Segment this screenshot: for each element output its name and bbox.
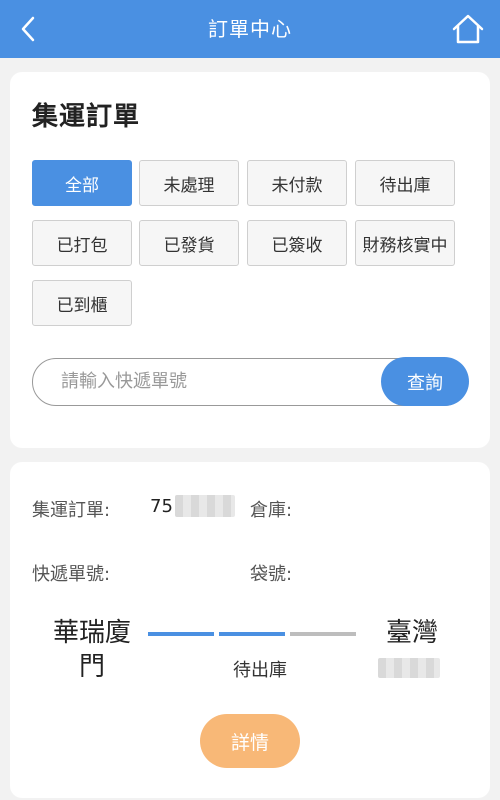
progress-segment-1 — [148, 632, 214, 636]
destination-city: 臺灣 — [385, 618, 438, 648]
redacted-order-number — [174, 495, 235, 517]
page-title: 訂單中心 — [208, 17, 292, 41]
bag-number-label: 袋號: — [250, 564, 293, 585]
filter-unprocessed-button[interactable]: 未處理 — [139, 160, 239, 206]
top-nav-bar: 訂單中心 — [0, 0, 500, 58]
filter-pending-outbound-button[interactable]: 待出庫 — [355, 160, 455, 206]
order-filter-card: 集運訂單 全部 未處理 未付款 待出庫 已打包 已發貨 已簽收 財務核實中 已到… — [10, 72, 490, 448]
redacted-destination-detail — [378, 658, 440, 678]
progress-segment-2 — [219, 632, 285, 636]
origin-city-line2: 門 — [78, 652, 105, 682]
order-number-value: 75 — [150, 495, 235, 517]
home-icon — [452, 14, 484, 44]
warehouse-label: 倉庫: — [250, 500, 293, 521]
search-bar: 查詢 — [32, 357, 469, 406]
origin-city-line1: 華瑞廈 — [52, 618, 131, 648]
tracking-number-input[interactable] — [61, 359, 361, 404]
filter-arrived-cabinet-button[interactable]: 已到櫃 — [32, 280, 132, 326]
details-button[interactable]: 詳情 — [200, 714, 300, 768]
filter-shipped-button[interactable]: 已發貨 — [139, 220, 239, 266]
filter-finance-verifying-button[interactable]: 財務核實中 — [355, 220, 455, 266]
origin-city: 華瑞廈 門 — [42, 616, 142, 684]
order-number-text: 75 — [150, 495, 173, 517]
search-button[interactable]: 查詢 — [381, 357, 469, 406]
home-button[interactable] — [450, 10, 486, 48]
filter-unpaid-button[interactable]: 未付款 — [247, 160, 347, 206]
filter-all-button[interactable]: 全部 — [32, 160, 132, 206]
filter-signed-button[interactable]: 已簽收 — [247, 220, 347, 266]
progress-segment-3 — [290, 632, 356, 636]
filter-packed-button[interactable]: 已打包 — [32, 220, 132, 266]
order-card[interactable]: 集運訂單: 75 倉庫: 快遞單號: 袋號: 華瑞廈 門 待出庫 臺灣 詳情 — [10, 462, 490, 798]
order-status: 待出庫 — [233, 660, 287, 681]
section-title: 集運訂單 — [32, 102, 141, 132]
order-number-label: 集運訂單: — [32, 500, 111, 521]
tracking-number-label: 快遞單號: — [32, 564, 111, 585]
